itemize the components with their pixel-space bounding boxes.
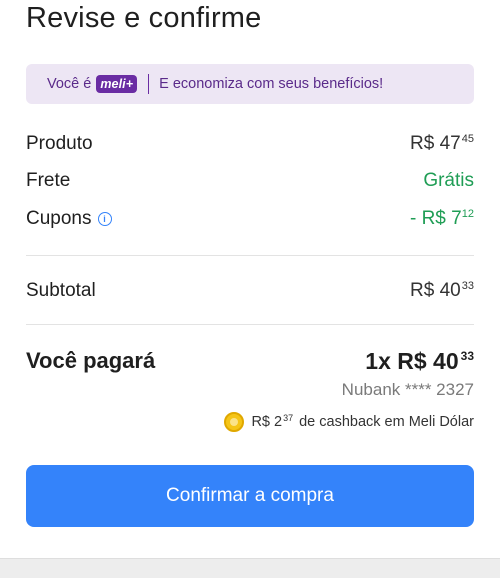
frete-value: Grátis — [423, 170, 474, 191]
cashback-line: R$ 237 de cashback em Meli Dólar — [224, 412, 474, 432]
subtotal-cents: 33 — [461, 280, 474, 292]
cupons-amount: - R$ 712 — [410, 208, 474, 230]
pay-installments: 1x R$ — [365, 348, 427, 374]
produto-amount: R$ 4745 — [410, 133, 474, 155]
produto-cents: 45 — [461, 133, 474, 145]
banner-prefix: Você é — [47, 76, 92, 92]
pay-int: 40 — [433, 348, 459, 374]
cupons-row: Cupons i - R$ 712 — [26, 208, 474, 230]
meli-plus-banner: Você é meli+ E economiza com seus benefí… — [26, 64, 474, 104]
cashback-cents: 37 — [283, 413, 294, 423]
produto-row: Produto R$ 4745 — [26, 133, 474, 155]
pay-label: Você pagará — [26, 348, 156, 373]
subtotal-row: Subtotal R$ 4033 — [26, 280, 474, 302]
cupons-label: Cupons — [26, 208, 92, 229]
produto-label: Produto — [26, 133, 93, 154]
produto-int: 47 — [439, 133, 461, 154]
cashback-amount: R$ 237 — [251, 413, 294, 430]
subtotal-int: 40 — [439, 280, 461, 301]
info-icon[interactable]: i — [97, 212, 112, 226]
cupons-cents: 12 — [461, 208, 474, 220]
cashback-text: de cashback em Meli Dólar — [299, 414, 474, 430]
payment-card: Nubank **** 2327 — [341, 380, 474, 399]
meli-dolar-coin-icon — [224, 412, 245, 432]
subtotal-currency: R$ — [410, 280, 435, 301]
pay-cents: 33 — [460, 349, 474, 363]
confirm-purchase-button[interactable]: Confirmar a compra — [26, 465, 474, 527]
frete-label: Frete — [26, 170, 71, 191]
divider — [26, 324, 474, 325]
subtotal-amount: R$ 4033 — [410, 280, 474, 302]
cashback-int: 2 — [274, 414, 283, 430]
cashback-currency: R$ — [251, 414, 270, 430]
meli-plus-logo: meli+ — [96, 75, 138, 93]
bottom-bar — [0, 558, 500, 578]
cupons-label-group: Cupons i — [26, 208, 112, 230]
banner-separator — [148, 74, 150, 94]
cupons-int: 7 — [451, 208, 462, 229]
frete-row: Frete Grátis — [26, 170, 474, 192]
divider — [26, 255, 474, 256]
cupons-prefix: - R$ — [409, 208, 446, 229]
banner-message: E economiza com seus benefícios! — [159, 76, 384, 92]
page-title: Revise e confirme — [26, 2, 262, 34]
produto-currency: R$ — [410, 133, 435, 154]
pay-amount: 1x R$ 40 33 — [365, 348, 474, 375]
subtotal-label: Subtotal — [26, 280, 96, 301]
